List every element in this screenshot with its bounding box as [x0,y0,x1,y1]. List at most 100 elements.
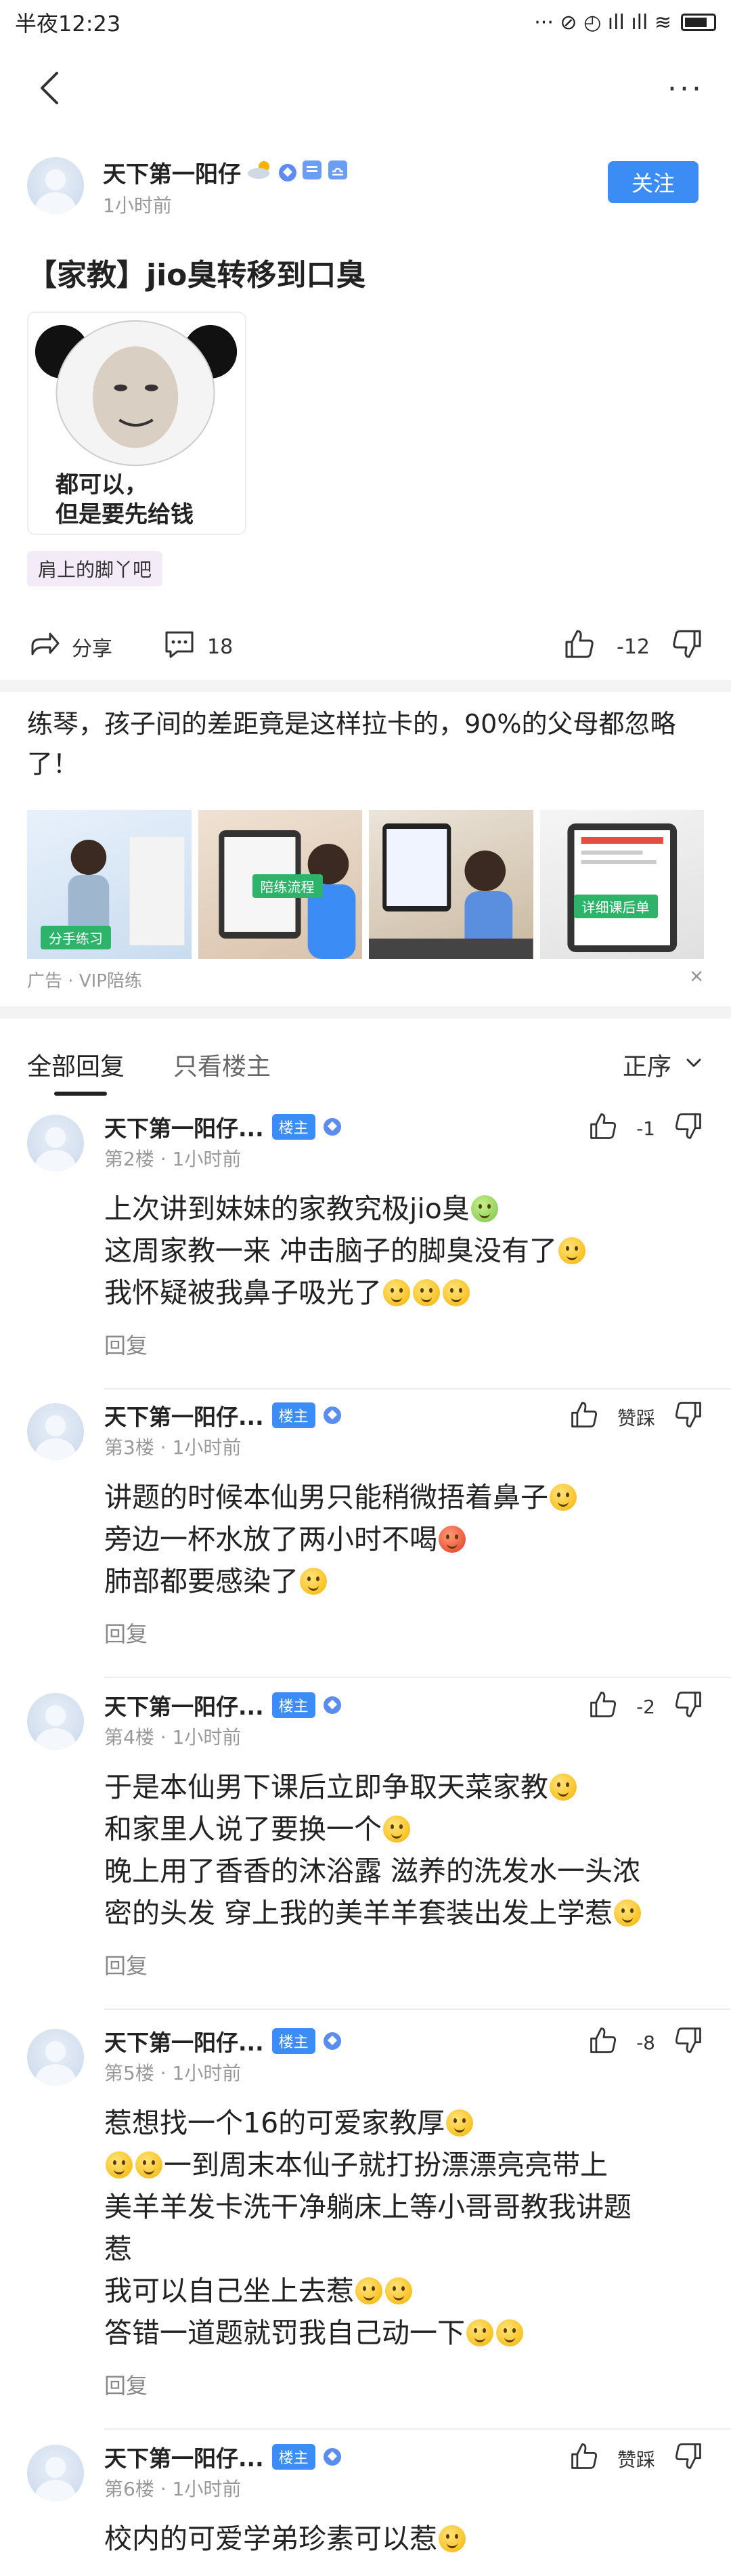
reply-text: 我可以自己坐上去惹 [104,2275,354,2307]
meme-caption-line2: 但是要先给钱 [56,501,194,529]
thumbs-up-icon[interactable] [588,1689,619,1725]
avatar[interactable] [27,2445,84,2502]
reply-divider [104,1388,731,1390]
reply-author-row[interactable]: 天下第一阳仔... 楼主 [104,2441,341,2473]
follow-button[interactable]: 关注 [608,161,699,203]
reply-button[interactable]: 回复 [104,1949,148,1980]
reply-vote: 赞踩 [569,2441,704,2476]
chevron-down-icon [684,1051,704,1079]
reply-text: 我怀疑被我鼻子吸光了 [104,1276,382,1309]
share-button[interactable]: 分享 [27,627,112,666]
avatar[interactable] [27,1693,84,1750]
reply-text: 晚上用了香香的沐浴露 滋养的洗发水一头浓 [104,1855,641,1887]
ad-label: 广告 · VIP陪练 [27,971,142,991]
avatar[interactable] [27,1115,84,1172]
more-options-button[interactable]: ··· [667,72,704,106]
meme-caption-line1: 都可以， [56,471,148,498]
reply-text: 讲题的时候本仙男只能稍微捂着鼻子 [104,1481,548,1514]
tab-all-replies[interactable]: 全部回复 [27,1047,125,1082]
reply-line: 讲题的时候本仙男只能稍微捂着鼻子 [104,1476,700,1518]
reply-line: 美羊羊发卡洗干净躺床上等小哥哥教我讲题 [104,2186,700,2228]
emoji-icon [106,2151,133,2178]
reply-divider [104,1677,731,1678]
thumbs-up-icon[interactable] [588,1111,619,1146]
author-name: 天下第一阳仔 [103,161,241,188]
reply-meta: 第2楼 · 1小时前 [104,1148,242,1170]
vip-diamond-icon [279,163,296,181]
thumbs-down-icon[interactable] [673,2025,704,2061]
vote-count: -8 [636,2032,655,2054]
ad-title[interactable]: 练琴，孩子间的差距竟是这样拉卡的，90%的父母都忽略了！ [27,704,704,784]
ad-image-2[interactable]: 陪练流程 [198,810,362,959]
avatar[interactable] [27,1403,84,1460]
reply-body: 上次讲到妹妹的家教究极jio臭 这周家教一来 冲击脑子的脚臭没有了 我怀疑被我鼻子吸… [104,1188,700,1314]
reply-text: 于是本仙男下课后立即争取天菜家教 [104,1771,548,1803]
reply-line: 惹想找一个16的可爱家教厚 [104,2102,700,2144]
reply-author-row[interactable]: 天下第一阳仔... 楼主 [104,1399,341,1432]
ad-image-4[interactable]: 详细课后单 [539,810,704,959]
avatar[interactable] [27,157,84,214]
vip-diamond-icon [323,1118,341,1136]
emoji-icon [439,1526,466,1553]
ad-image-3[interactable] [369,810,533,959]
emoji-icon [470,1195,498,1222]
reply-text: 肺部都要感染了 [104,1565,298,1597]
thumbs-down-icon[interactable] [673,1689,704,1725]
reply-author: 天下第一阳仔... [104,1115,264,1142]
sort-button[interactable]: 正序 [623,1047,704,1082]
ad-close-icon[interactable]: ✕ [689,967,704,992]
thumbs-down-icon[interactable] [673,1399,704,1435]
vip-diamond-icon [323,2032,341,2050]
comment-count: 18 [207,635,234,659]
ad-image-tag: 详细课后单 [573,895,658,918]
reply-button[interactable]: 回复 [104,1617,148,1648]
forum-tag[interactable]: 肩上的脚丫吧 [27,551,163,586]
section-divider [0,680,731,692]
reply-author: 天下第一阳仔... [104,2445,264,2472]
reply-button[interactable]: 回复 [104,1329,148,1360]
reply-body: 讲题的时候本仙男只能稍微捂着鼻子 旁边一杯水放了两小时不喝 肺部都要感染了 [104,1476,700,1602]
post-title: 【家教】jio臭转移到口臭 [27,258,366,293]
post-image-meme[interactable]: 都可以， 但是要先给钱 [27,312,246,535]
reply-author: 天下第一阳仔... [104,1694,264,1720]
reply-text: 惹想找一个16的可爱家教厚 [104,2107,445,2139]
reply-button[interactable]: 回复 [104,2369,148,2400]
emoji-icon [383,1279,410,1306]
thumbs-up-icon[interactable] [569,2441,600,2476]
ad-footer: 广告 · VIP陪练 ✕ [27,967,704,992]
libra-icon [328,159,348,186]
reply-meta: 第6楼 · 1小时前 [104,2478,242,2500]
thumbs-down-icon[interactable] [673,2441,704,2476]
reply-divider [104,2009,731,2010]
reply-author-row[interactable]: 天下第一阳仔... 楼主 [104,1111,341,1143]
cloud-emoji-icon [246,159,273,186]
author-name-row[interactable]: 天下第一阳仔 [103,156,348,189]
status-indicators-icon: ··· ⊘ ◴ ıll ıll ≋ [534,10,671,35]
avatar[interactable] [27,2029,84,2086]
thumbs-up-icon[interactable] [569,1399,600,1435]
reply-author-row[interactable]: 天下第一阳仔... 楼主 [104,1689,341,1721]
reply-meta: 第3楼 · 1小时前 [104,1436,242,1459]
emoji-icon [614,1899,642,1927]
reply-line: 旁边一杯水放了两小时不喝 [104,1518,700,1560]
reply-text: 旁边一杯水放了两小时不喝 [104,1523,437,1555]
emoji-icon [550,1774,577,1801]
back-arrow-icon[interactable] [31,68,72,108]
tab-host-only[interactable]: 只看楼主 [173,1047,271,1082]
reply-text: 上次讲到妹妹的家教究极jio臭 [104,1193,470,1225]
comment-button[interactable]: 18 [162,627,233,666]
ad-images[interactable]: 分手练习 陪练流程 详细课后单 [27,810,704,959]
ad-image-1[interactable]: 分手练习 [27,810,192,959]
reply-body: 校内的可爱学弟珍素可以惹 [104,2518,700,2560]
sort-label: 正序 [622,1053,671,1081]
status-bar: 半夜12:23 ··· ⊘ ◴ ıll ıll ≋ [0,0,731,45]
battery-icon [681,14,716,31]
thumbs-down-icon[interactable] [670,627,704,666]
thumbs-up-icon[interactable] [588,2025,619,2061]
emoji-icon [496,2319,523,2346]
reply-author-row[interactable]: 天下第一阳仔... 楼主 [104,2025,341,2057]
reply-author: 天下第一阳仔... [104,1404,264,1430]
thumbs-up-icon[interactable] [562,627,596,666]
thumbs-down-icon[interactable] [673,1111,704,1146]
meme-caption: 都可以， 但是要先给钱 [56,470,194,530]
